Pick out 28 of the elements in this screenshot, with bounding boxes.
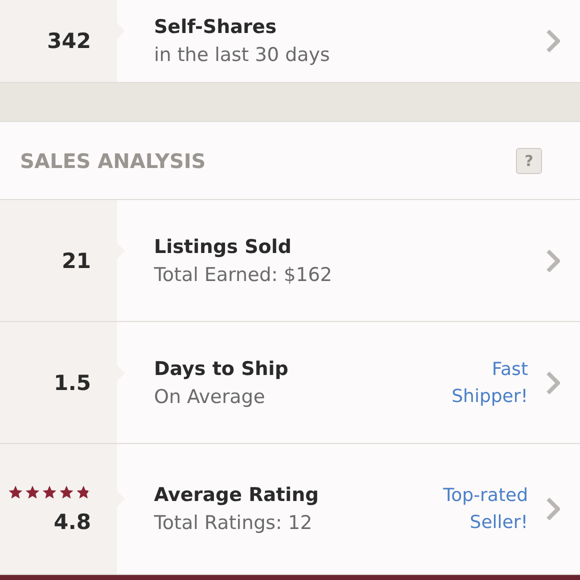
stat-value: 1.5 [54, 370, 91, 394]
stat-value: 21 [62, 248, 91, 272]
chevron-right-icon [546, 370, 560, 394]
stat-title: Average Rating [154, 484, 320, 506]
star-icon [25, 484, 40, 500]
stat-title: Days to Ship [154, 358, 290, 380]
status-label: Top-rated Seller! [442, 484, 528, 535]
stat-value: 342 [47, 29, 91, 53]
stat-subtitle: On Average [154, 386, 266, 408]
stat-title: Self-Shares [154, 16, 278, 38]
star-icon [42, 484, 57, 500]
star-icon [76, 484, 91, 500]
chevron-right-icon [546, 497, 560, 521]
stat-row[interactable]: 342 Self-Shares in the last 30 days [0, 0, 580, 83]
stat-row[interactable]: 4.8 Average Rating Total Ratings: 12 Top-rated Seller! [0, 444, 580, 575]
stat-row[interactable]: 21 Listings Sold Total Earned: $162 [0, 200, 580, 322]
stat-row[interactable]: 1.5 Days to Ship On Average Fast Shipper! [0, 322, 580, 444]
stat-subtitle: Total Earned: $162 [154, 264, 334, 286]
section-title: SALES ANALYSIS [20, 148, 207, 172]
stat-value: 4.8 [54, 510, 91, 534]
status-label: Fast Shipper! [450, 358, 528, 408]
stat-title: Listings Sold [154, 236, 292, 258]
stat-subtitle: Total Ratings: 12 [154, 512, 314, 534]
chevron-right-icon [546, 248, 560, 272]
chevron-right-icon [546, 29, 560, 53]
stat-subtitle: in the last 30 days [154, 44, 331, 66]
star-icon [59, 484, 74, 500]
star-icon [8, 484, 23, 500]
